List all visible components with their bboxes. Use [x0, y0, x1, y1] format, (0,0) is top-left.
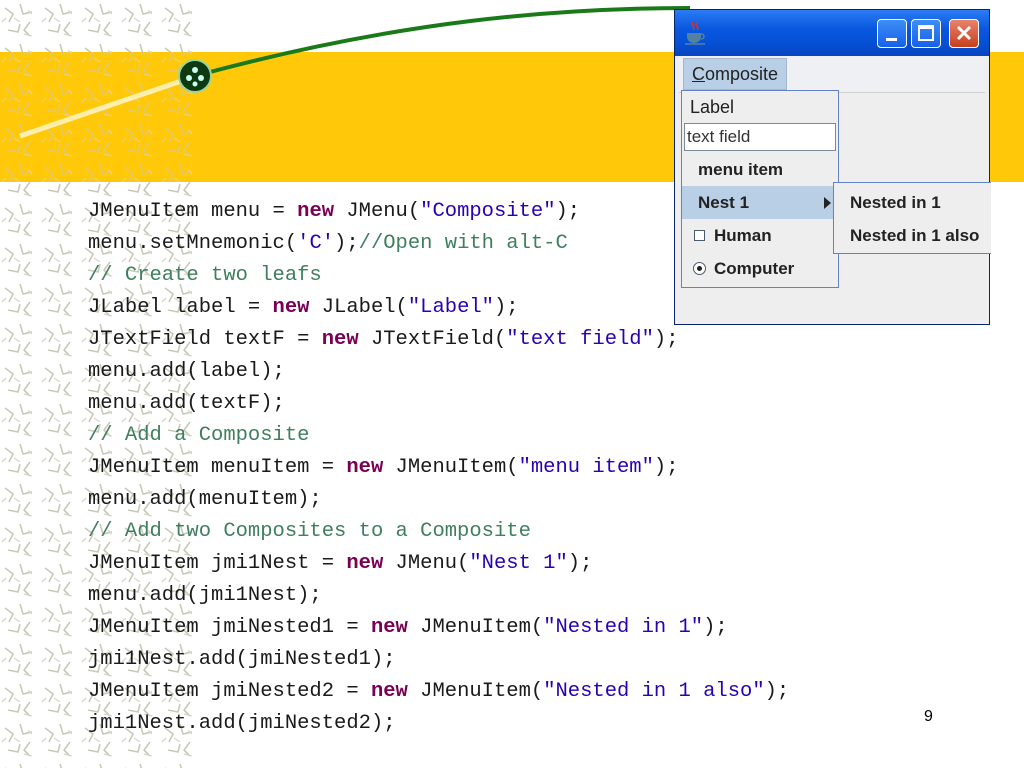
code-token: );: [555, 200, 581, 223]
code-token: menu.add(jmi1Nest);: [88, 584, 322, 607]
code-token: JLabel label =: [88, 296, 273, 319]
code-line: menu.add(textF);: [88, 388, 789, 420]
java-cup-icon: [685, 21, 705, 45]
code-token: "menu item": [518, 456, 654, 479]
code-token: jmi1Nest.add(jmiNested1);: [88, 648, 396, 671]
code-token: new: [272, 296, 310, 319]
code-token: JMenuItem jmiNested1 =: [88, 616, 371, 639]
code-line: menu.add(label);: [88, 356, 789, 388]
code-token: JMenuItem jmi1Nest =: [88, 552, 347, 575]
code-token: // Add two Composites to a Composite: [88, 520, 531, 543]
menu-bar: Composite: [679, 56, 985, 93]
code-token: menu.add(textF);: [88, 392, 285, 415]
maximize-button[interactable]: [911, 19, 941, 48]
code-token: JMenu(: [383, 552, 470, 575]
code-line: menu.add(menuItem);: [88, 484, 789, 516]
nest-1-label: Nest 1: [698, 193, 750, 212]
code-token: new: [297, 200, 335, 223]
code-token: JMenuItem(: [407, 680, 544, 703]
submenu-arrow-icon: [824, 197, 831, 209]
code-line: jmi1Nest.add(jmiNested2);: [88, 708, 789, 740]
menu-item-label: menu item: [698, 160, 784, 179]
nested-in-1-also-item[interactable]: Nested in 1 also: [850, 226, 979, 246]
code-token: JLabel(: [309, 296, 408, 319]
code-token: JTextField textF =: [88, 328, 322, 351]
code-token: );: [567, 552, 593, 575]
code-token: );: [703, 616, 728, 639]
code-token: );: [493, 296, 519, 319]
code-token: new: [346, 552, 384, 575]
code-line: menu.add(jmi1Nest);: [88, 580, 789, 612]
human-label: Human: [714, 226, 772, 245]
menu-composite-label: omposite: [704, 64, 779, 84]
code-token: "Composite": [420, 200, 556, 223]
code-token: "text field": [506, 328, 654, 351]
human-checkbox-item[interactable]: Human: [682, 219, 838, 252]
code-token: );: [764, 680, 790, 703]
code-line: // Add two Composites to a Composite: [88, 516, 789, 548]
menu-item[interactable]: menu item: [682, 153, 838, 186]
checkbox-icon[interactable]: [694, 230, 705, 241]
menu-composite[interactable]: Composite: [683, 58, 787, 90]
maximize-icon: [918, 25, 934, 41]
code-line: jmi1Nest.add(jmiNested1);: [88, 644, 789, 676]
computer-radio-item[interactable]: Computer: [682, 252, 838, 285]
code-token: );: [653, 328, 679, 351]
code-token: JMenuItem(: [407, 616, 544, 639]
composite-popup-menu: Label text field menu item Nest 1 Human …: [681, 90, 839, 288]
code-token: jmi1Nest.add(jmiNested2);: [88, 712, 396, 735]
menu-mnemonic: C: [691, 64, 705, 84]
code-token: new: [370, 616, 408, 639]
code-token: "Nest 1": [469, 552, 568, 575]
popup-label: Label: [690, 97, 735, 117]
code-token: menu.add(label);: [88, 360, 285, 383]
code-line: // Add a Composite: [88, 420, 789, 452]
code-line: JMenuItem jmiNested2 = new JMenuItem("Ne…: [88, 676, 789, 708]
nested-in-1-item[interactable]: Nested in 1: [850, 193, 941, 213]
code-token: "Label": [407, 296, 494, 319]
code-token: JTextField(: [358, 328, 507, 351]
code-line: JMenuItem jmi1Nest = new JMenu("Nest 1")…: [88, 548, 789, 580]
computer-label: Computer: [714, 259, 795, 278]
code-token: JMenuItem(: [383, 456, 519, 479]
code-token: menu.setMnemonic(: [88, 232, 298, 255]
code-token: // Add a Composite: [88, 424, 310, 447]
code-token: JMenuItem menuItem =: [88, 456, 347, 479]
code-token: JMenuItem jmiNested2 =: [88, 680, 371, 703]
code-line: JTextField textF = new JTextField("text …: [88, 324, 789, 356]
nest-1-submenu: Nested in 1 Nested in 1 also: [833, 182, 991, 254]
code-line: JMenuItem menuItem = new JMenuItem("menu…: [88, 452, 789, 484]
code-token: JMenu(: [334, 200, 421, 223]
java-window: Composite Label text field menu item Nes…: [674, 9, 991, 325]
code-token: );: [653, 456, 679, 479]
code-token: new: [321, 328, 359, 351]
code-line: JMenuItem jmiNested1 = new JMenuItem("Ne…: [88, 612, 789, 644]
code-token: new: [346, 456, 384, 479]
code-token: "Nested in 1": [543, 616, 704, 639]
minimize-button[interactable]: [877, 19, 907, 48]
menu-nest-1[interactable]: Nest 1: [682, 186, 838, 219]
code-token: );: [334, 232, 359, 255]
minimize-icon: [886, 38, 897, 41]
close-icon: [956, 25, 972, 41]
code-token: //Open with alt-C: [358, 232, 568, 255]
page-number: 9: [924, 708, 933, 725]
code-token: menu.add(menuItem);: [88, 488, 322, 511]
radio-selected-icon[interactable]: [693, 262, 706, 275]
title-bar[interactable]: [675, 10, 989, 56]
close-button[interactable]: [949, 19, 979, 48]
code-token: JMenuItem menu =: [88, 200, 298, 223]
code-token: "Nested in 1 also": [543, 680, 765, 703]
code-token: 'C': [297, 232, 335, 255]
code-token: // Create two leafs: [88, 264, 322, 287]
code-token: new: [370, 680, 408, 703]
text-field-input[interactable]: text field: [684, 123, 836, 151]
